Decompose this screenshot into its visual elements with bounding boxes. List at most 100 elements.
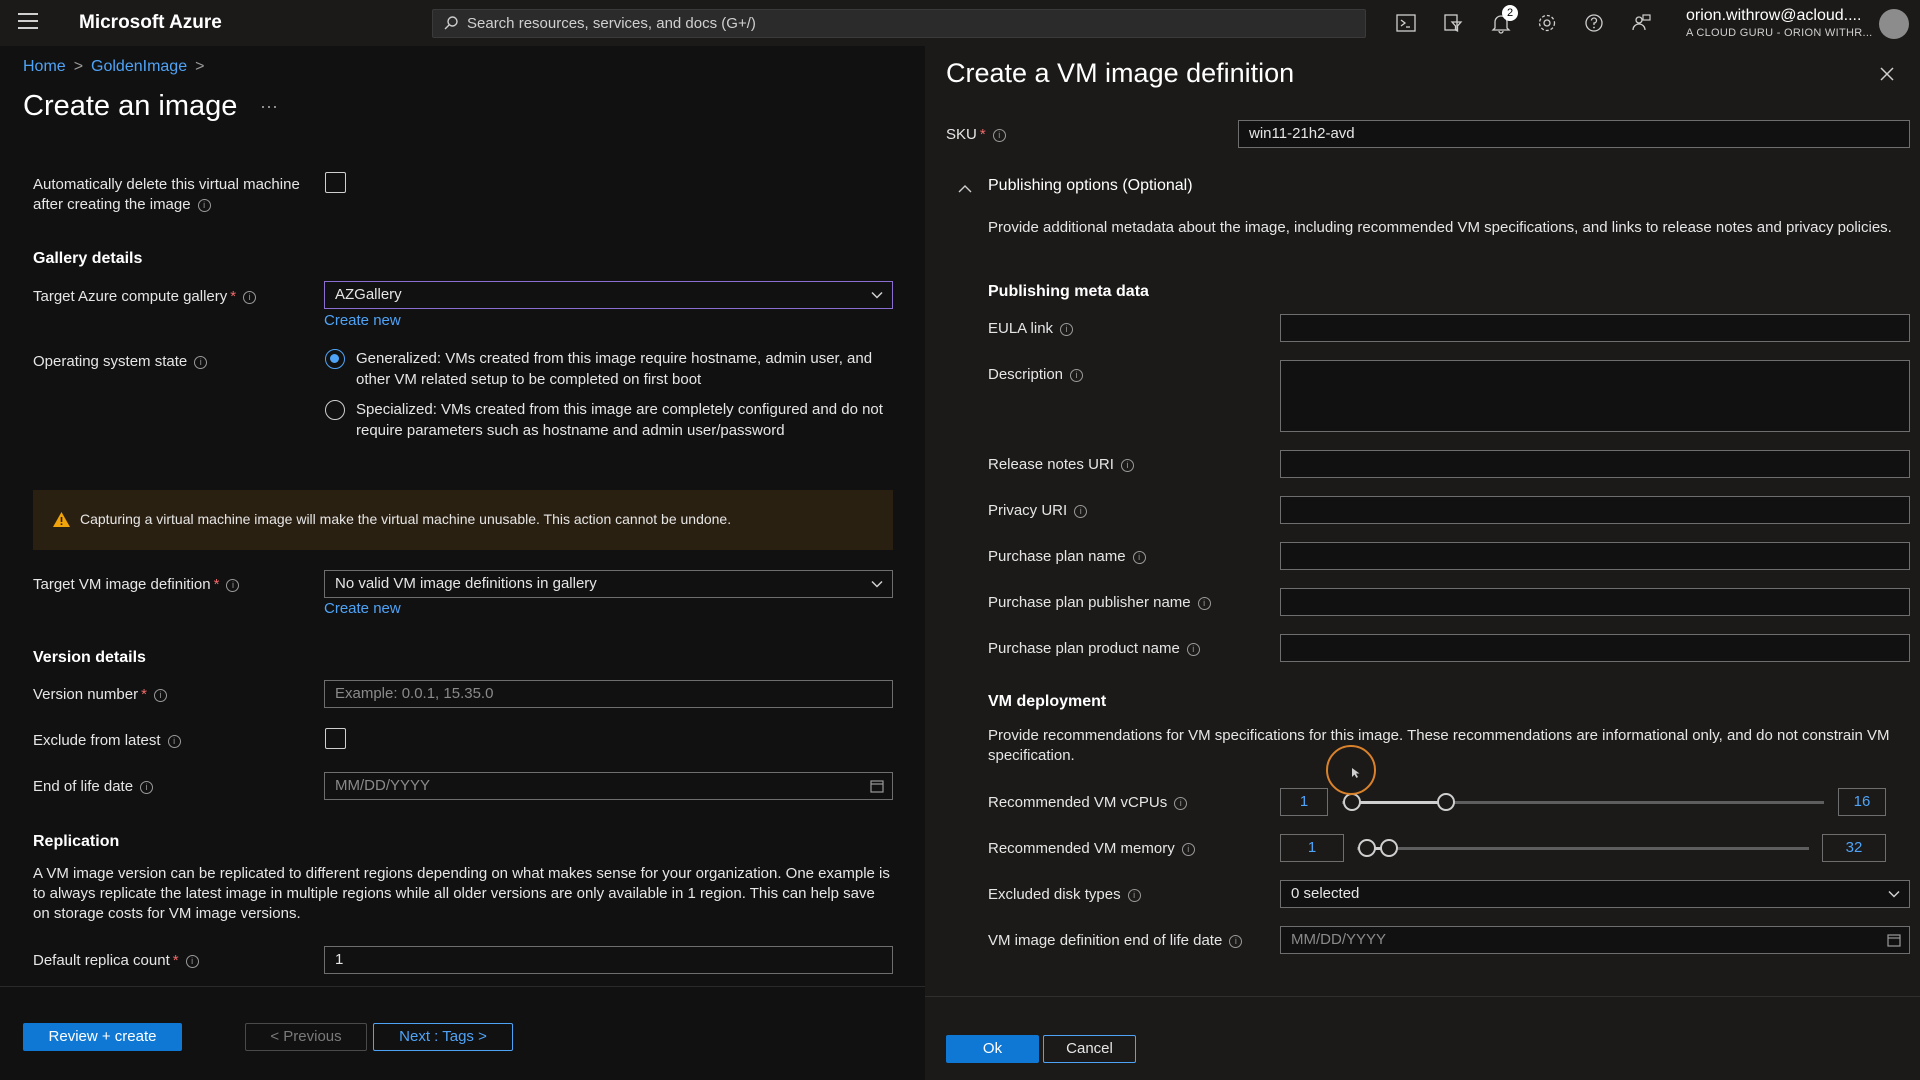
description-label: Description i bbox=[988, 366, 1084, 383]
info-icon[interactable]: i bbox=[140, 781, 154, 794]
info-icon[interactable]: i bbox=[1074, 505, 1088, 518]
info-icon[interactable]: i bbox=[194, 356, 208, 369]
info-icon[interactable]: i bbox=[185, 955, 199, 968]
notification-count-badge: 2 bbox=[1502, 5, 1518, 21]
auto-delete-label-line1: Automatically delete this virtual machin… bbox=[33, 176, 300, 193]
info-icon[interactable]: i bbox=[1229, 935, 1243, 948]
auto-delete-checkbox[interactable] bbox=[325, 172, 346, 193]
notifications-icon[interactable]: 2 bbox=[1490, 5, 1518, 34]
eula-input[interactable] bbox=[1280, 314, 1910, 342]
info-icon[interactable]: i bbox=[1132, 551, 1146, 564]
release-notes-input[interactable] bbox=[1280, 450, 1910, 478]
create-new-gallery-link[interactable]: Create new bbox=[324, 312, 401, 329]
plan-publisher-label-text: Purchase plan publisher name bbox=[988, 594, 1191, 611]
target-definition-dropdown[interactable]: No valid VM image definitions in gallery bbox=[324, 570, 893, 598]
memory-min-thumb[interactable] bbox=[1358, 839, 1376, 857]
memory-max-input[interactable]: 32 bbox=[1822, 834, 1886, 862]
publishing-description: Provide additional metadata about the im… bbox=[988, 219, 1892, 236]
version-number-input[interactable]: Example: 0.0.1, 15.35.0 bbox=[324, 680, 893, 708]
publishing-metadata-heading: Publishing meta data bbox=[988, 283, 1149, 300]
info-icon[interactable]: i bbox=[153, 689, 167, 702]
review-create-button[interactable]: Review + create bbox=[23, 1023, 182, 1051]
brand-title[interactable]: Microsoft Azure bbox=[79, 12, 222, 34]
more-options-button[interactable]: ··· bbox=[260, 96, 278, 117]
publishing-options-toggle[interactable]: Publishing options (Optional) bbox=[988, 177, 1193, 195]
privacy-uri-input[interactable] bbox=[1280, 496, 1910, 524]
breadcrumb-separator: > bbox=[73, 58, 84, 75]
next-tags-button[interactable]: Next : Tags > bbox=[373, 1023, 513, 1051]
privacy-uri-label: Privacy URI i bbox=[988, 502, 1088, 519]
cloud-shell-icon[interactable] bbox=[1395, 12, 1417, 34]
previous-button[interactable]: < Previous bbox=[245, 1023, 367, 1051]
generalized-text: Generalized: VMs created from this image… bbox=[356, 350, 873, 388]
release-notes-label: Release notes URI i bbox=[988, 456, 1134, 473]
auto-delete-label-line2: after creating the image bbox=[33, 196, 191, 213]
help-icon[interactable] bbox=[1583, 12, 1605, 34]
account-tenant: A CLOUD GURU - ORION WITHR... bbox=[1686, 27, 1873, 39]
memory-max-thumb[interactable] bbox=[1380, 839, 1399, 857]
plan-publisher-input[interactable] bbox=[1280, 588, 1910, 616]
search-input[interactable]: Search resources, services, and docs (G+… bbox=[432, 9, 1366, 38]
ok-button[interactable]: Ok bbox=[946, 1035, 1039, 1063]
vcpu-max-input[interactable]: 16 bbox=[1838, 788, 1886, 816]
info-icon[interactable]: i bbox=[243, 291, 257, 304]
privacy-uri-label-text: Privacy URI bbox=[988, 502, 1068, 519]
info-icon[interactable]: i bbox=[1186, 643, 1200, 656]
menu-icon[interactable] bbox=[18, 13, 38, 31]
replica-count-label-text: Default replica count bbox=[33, 952, 170, 969]
disk-types-dropdown[interactable]: 0 selected bbox=[1280, 880, 1910, 908]
memory-min-input[interactable]: 1 bbox=[1280, 834, 1344, 862]
breadcrumb: Home > GoldenImage > bbox=[23, 58, 212, 76]
os-state-label: Operating system state i bbox=[33, 353, 208, 370]
chevron-up-icon[interactable] bbox=[958, 184, 972, 194]
close-icon[interactable] bbox=[1879, 66, 1895, 82]
target-definition-label-text: Target VM image definition bbox=[33, 576, 211, 593]
specialized-radio[interactable] bbox=[325, 400, 345, 420]
replica-count-label: Default replica count * i bbox=[33, 952, 199, 969]
account-menu[interactable]: orion.withrow@acloud.... A CLOUD GURU - … bbox=[1686, 7, 1873, 39]
plan-product-input[interactable] bbox=[1280, 634, 1910, 662]
create-new-definition-link[interactable]: Create new bbox=[324, 600, 401, 617]
directory-filter-icon[interactable] bbox=[1442, 12, 1464, 34]
cancel-button[interactable]: Cancel bbox=[1043, 1035, 1136, 1063]
vcpu-min-thumb[interactable] bbox=[1343, 793, 1361, 811]
blade-footer: Review + create < Previous Next : Tags > bbox=[0, 986, 925, 1076]
calendar-icon[interactable] bbox=[1887, 933, 1901, 947]
warning-banner: Capturing a virtual machine image will m… bbox=[33, 490, 893, 550]
vm-deployment-description: Provide recommendations for VM specifica… bbox=[988, 727, 1890, 764]
settings-gear-icon[interactable] bbox=[1536, 12, 1558, 34]
exclude-latest-label: Exclude from latest i bbox=[33, 732, 181, 749]
vcpu-min-input[interactable]: 1 bbox=[1280, 788, 1328, 816]
definition-eol-input[interactable]: MM/DD/YYYY bbox=[1280, 926, 1910, 954]
breadcrumb-goldenimage[interactable]: GoldenImage bbox=[91, 58, 187, 75]
exclude-latest-checkbox[interactable] bbox=[325, 728, 346, 749]
memory-slider-track[interactable] bbox=[1357, 847, 1809, 850]
plan-name-input[interactable] bbox=[1280, 542, 1910, 570]
info-icon[interactable]: i bbox=[1060, 323, 1074, 336]
info-icon[interactable]: i bbox=[1197, 597, 1211, 610]
info-icon[interactable]: i bbox=[226, 579, 240, 592]
sku-label: SKU * i bbox=[946, 126, 1006, 143]
avatar[interactable] bbox=[1879, 9, 1909, 39]
info-icon[interactable]: i bbox=[1120, 459, 1134, 472]
description-textarea[interactable] bbox=[1280, 360, 1910, 432]
target-gallery-dropdown[interactable]: AZGallery bbox=[324, 281, 893, 309]
generalized-radio[interactable] bbox=[325, 349, 345, 369]
info-icon[interactable]: i bbox=[1070, 369, 1084, 382]
sku-input[interactable]: win11-21h2-avd bbox=[1238, 120, 1910, 148]
info-icon[interactable]: i bbox=[167, 735, 181, 748]
replica-count-input[interactable]: 1 bbox=[324, 946, 893, 974]
feedback-icon[interactable] bbox=[1630, 12, 1652, 34]
vcpu-max-thumb[interactable] bbox=[1437, 793, 1456, 811]
info-icon[interactable]: i bbox=[992, 129, 1006, 142]
breadcrumb-home[interactable]: Home bbox=[23, 58, 66, 75]
vcpu-label-text: Recommended VM vCPUs bbox=[988, 794, 1168, 811]
panel-title: Create a VM image definition bbox=[946, 58, 1295, 88]
info-icon[interactable]: i bbox=[197, 199, 211, 212]
calendar-icon[interactable] bbox=[870, 779, 884, 793]
info-icon[interactable]: i bbox=[1181, 843, 1195, 856]
plan-product-label-text: Purchase plan product name bbox=[988, 640, 1180, 657]
info-icon[interactable]: i bbox=[1127, 889, 1141, 902]
info-icon[interactable]: i bbox=[1174, 797, 1188, 810]
eol-date-input[interactable]: MM/DD/YYYY bbox=[324, 772, 893, 800]
